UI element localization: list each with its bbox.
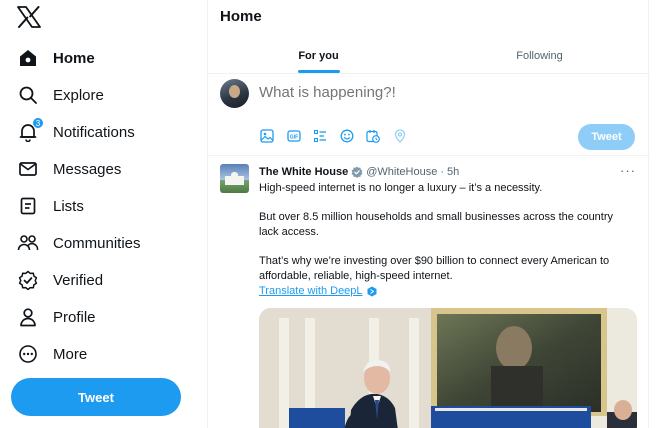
sidebar-item-label: Profile (53, 308, 96, 326)
sidebar-item-home[interactable]: Home (17, 43, 95, 73)
white-house-logo (225, 172, 244, 185)
sidebar-item-label: Lists (53, 197, 84, 215)
sidebar: Home Explore 3 Notifications Messages Li… (0, 0, 207, 428)
deepl-icon (367, 286, 377, 297)
tweet-paragraph: That’s why we’re investing over $90 bill… (259, 255, 610, 282)
tab-label: Following (516, 49, 563, 62)
verified-badge-icon (351, 166, 363, 178)
sidebar-item-messages[interactable]: Messages (17, 154, 121, 184)
avatar[interactable] (220, 79, 249, 108)
x-logo-icon[interactable] (17, 6, 43, 30)
tweet-handle[interactable]: @WhiteHouse (366, 166, 437, 178)
avatar[interactable] (220, 164, 249, 193)
sidebar-item-label: More (53, 345, 88, 363)
tweet-author-name[interactable]: The White House (259, 166, 348, 178)
poll-icon[interactable] (312, 128, 328, 144)
gif-icon[interactable]: GIF (286, 128, 302, 144)
tweet-composer: GIF Tweet (208, 74, 650, 156)
bell-icon: 3 (17, 117, 44, 143)
tweet-body: High-speed internet is no longer a luxur… (259, 181, 634, 298)
sidebar-item-label: Verified (53, 271, 104, 289)
tweet-timestamp[interactable]: · 5h (440, 166, 459, 178)
tweet-header: The White House @WhiteHouse · 5h (259, 166, 459, 178)
tweet-paragraph: High-speed internet is no longer a luxur… (259, 182, 543, 194)
sidebar-item-profile[interactable]: Profile (17, 302, 96, 332)
sidebar-item-label: Home (53, 49, 95, 67)
translate-row: Translate with DeepL (259, 285, 377, 297)
list-icon (17, 195, 39, 217)
verified-icon (17, 269, 39, 291)
location-icon[interactable] (392, 128, 408, 144)
compose-tweet-input[interactable] (259, 84, 559, 101)
tab-following[interactable]: Following (429, 38, 650, 73)
translate-link[interactable]: Translate with DeepL (259, 285, 363, 297)
image-icon[interactable] (259, 128, 275, 144)
composer-toolbar: GIF (259, 128, 418, 144)
more-circle-icon (17, 343, 39, 365)
emoji-icon[interactable] (339, 128, 355, 144)
sidebar-item-label: Explore (53, 86, 104, 104)
sidebar-item-communities[interactable]: Communities (17, 228, 141, 258)
envelope-icon (17, 158, 39, 180)
main-timeline: Home For you Following GIF (207, 0, 650, 428)
svg-text:GIF: GIF (289, 134, 297, 140)
sidebar-item-lists[interactable]: Lists (17, 191, 84, 221)
compose-tweet-button[interactable]: Tweet (578, 124, 635, 150)
sidebar-item-more[interactable]: More (17, 339, 87, 369)
page-title: Home (220, 8, 262, 25)
schedule-icon[interactable] (365, 128, 381, 144)
home-icon (17, 47, 39, 69)
sidebar-item-label: Notifications (53, 123, 135, 141)
tweet-media-image[interactable] (259, 308, 637, 428)
tweet[interactable]: The White House @WhiteHouse · 5h ··· Hig… (208, 157, 650, 428)
search-icon (17, 84, 39, 106)
sidebar-item-label: Messages (53, 160, 122, 178)
more-options-icon[interactable]: ··· (620, 163, 636, 178)
tweet-paragraph: But over 8.5 million households and smal… (259, 211, 614, 238)
sidebar-item-explore[interactable]: Explore (17, 80, 104, 110)
tab-for-you[interactable]: For you (208, 38, 429, 73)
notification-count-badge: 3 (32, 117, 44, 129)
tab-label: For you (298, 49, 339, 62)
sidebar-item-label: Communities (53, 234, 141, 252)
person-icon (17, 306, 39, 328)
sidebar-tweet-button[interactable]: Tweet (11, 378, 181, 416)
timeline-tabs: For you Following (208, 38, 650, 74)
sidebar-item-notifications[interactable]: 3 Notifications (17, 117, 135, 147)
people-icon (17, 232, 39, 254)
active-tab-indicator (297, 70, 340, 73)
sidebar-item-verified[interactable]: Verified (17, 265, 103, 295)
